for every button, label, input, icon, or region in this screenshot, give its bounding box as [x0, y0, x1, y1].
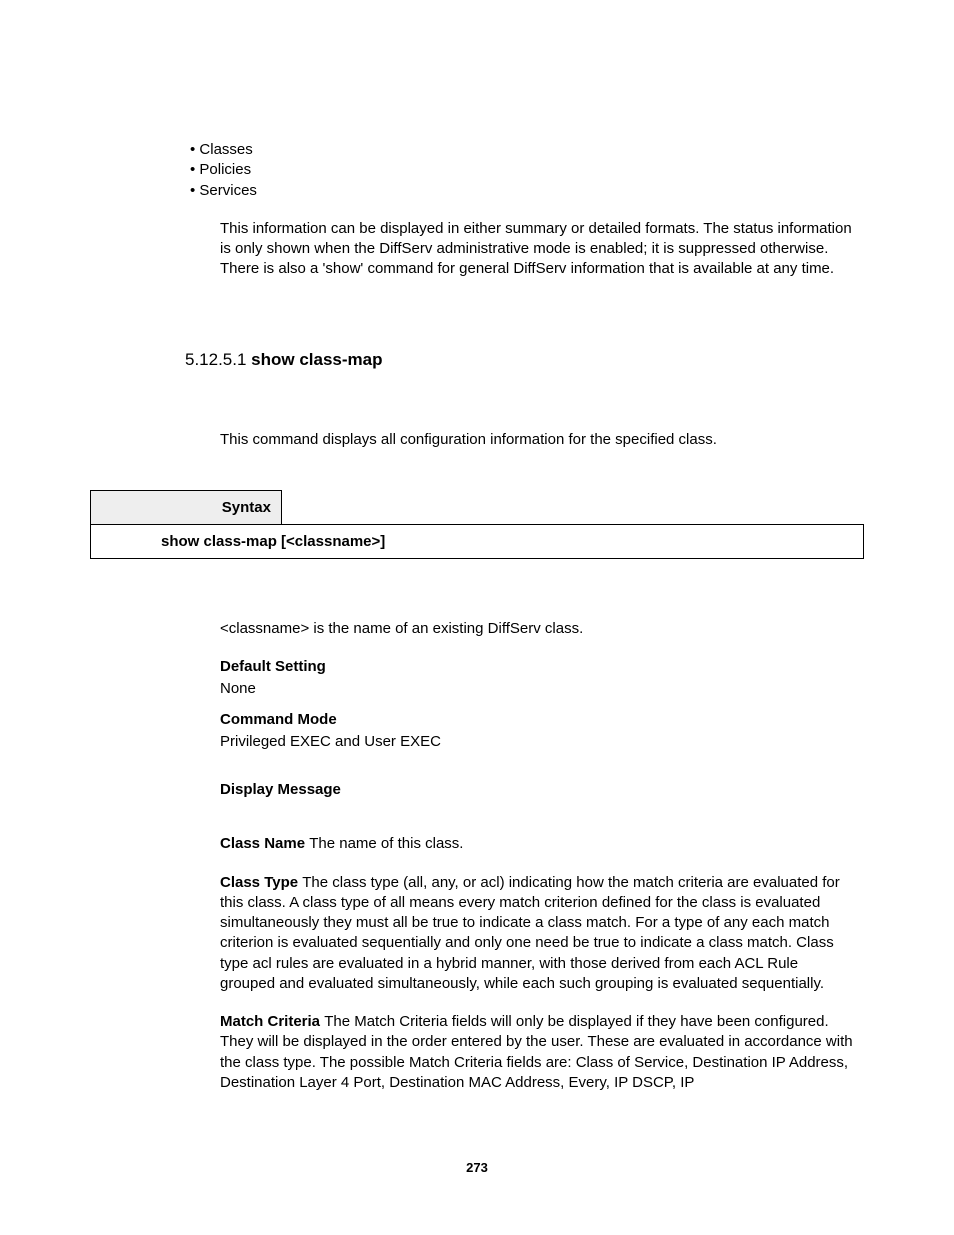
match-criteria-field: Match Criteria The Match Criteria fields…	[220, 1012, 854, 1093]
default-setting-value: None	[220, 679, 854, 699]
class-type-text: The class type (all, any, or acl) indica…	[220, 874, 840, 992]
syntax-table: Syntax show class-map [<classname>]	[90, 490, 864, 559]
display-message-label: Display Message	[220, 780, 854, 800]
syntax-command-cell: show class-map [<classname>]	[91, 524, 864, 558]
section-title: show class-map	[251, 350, 382, 369]
intro-paragraph: This information can be displayed in eit…	[220, 219, 854, 280]
class-type-field: Class Type The class type (all, any, or …	[220, 873, 854, 995]
class-type-label: Class Type	[220, 874, 302, 891]
bullet-item: • Policies	[190, 160, 864, 180]
match-criteria-label: Match Criteria	[220, 1013, 324, 1030]
bullet-item: • Classes	[190, 140, 864, 160]
syntax-spacer	[282, 490, 864, 524]
class-name-label: Class Name	[220, 835, 309, 852]
page-number: 273	[0, 1160, 954, 1175]
default-setting-label: Default Setting	[220, 657, 854, 677]
section-intro: This command displays all configuration …	[220, 430, 854, 450]
section-heading: 5.12.5.1 show class-map	[185, 350, 864, 370]
command-mode-label: Command Mode	[220, 710, 854, 730]
section-number: 5.12.5.1	[185, 350, 251, 369]
command-mode-value: Privileged EXEC and User EXEC	[220, 732, 854, 752]
bullet-item: • Services	[190, 181, 864, 201]
document-page: • Classes • Policies • Services This inf…	[0, 0, 954, 1235]
syntax-label-cell: Syntax	[91, 490, 282, 524]
bullet-list: • Classes • Policies • Services	[190, 140, 864, 201]
class-name-field: Class Name The name of this class.	[220, 834, 854, 854]
classname-note: <classname> is the name of an existing D…	[220, 619, 854, 639]
class-name-text: The name of this class.	[309, 835, 463, 852]
